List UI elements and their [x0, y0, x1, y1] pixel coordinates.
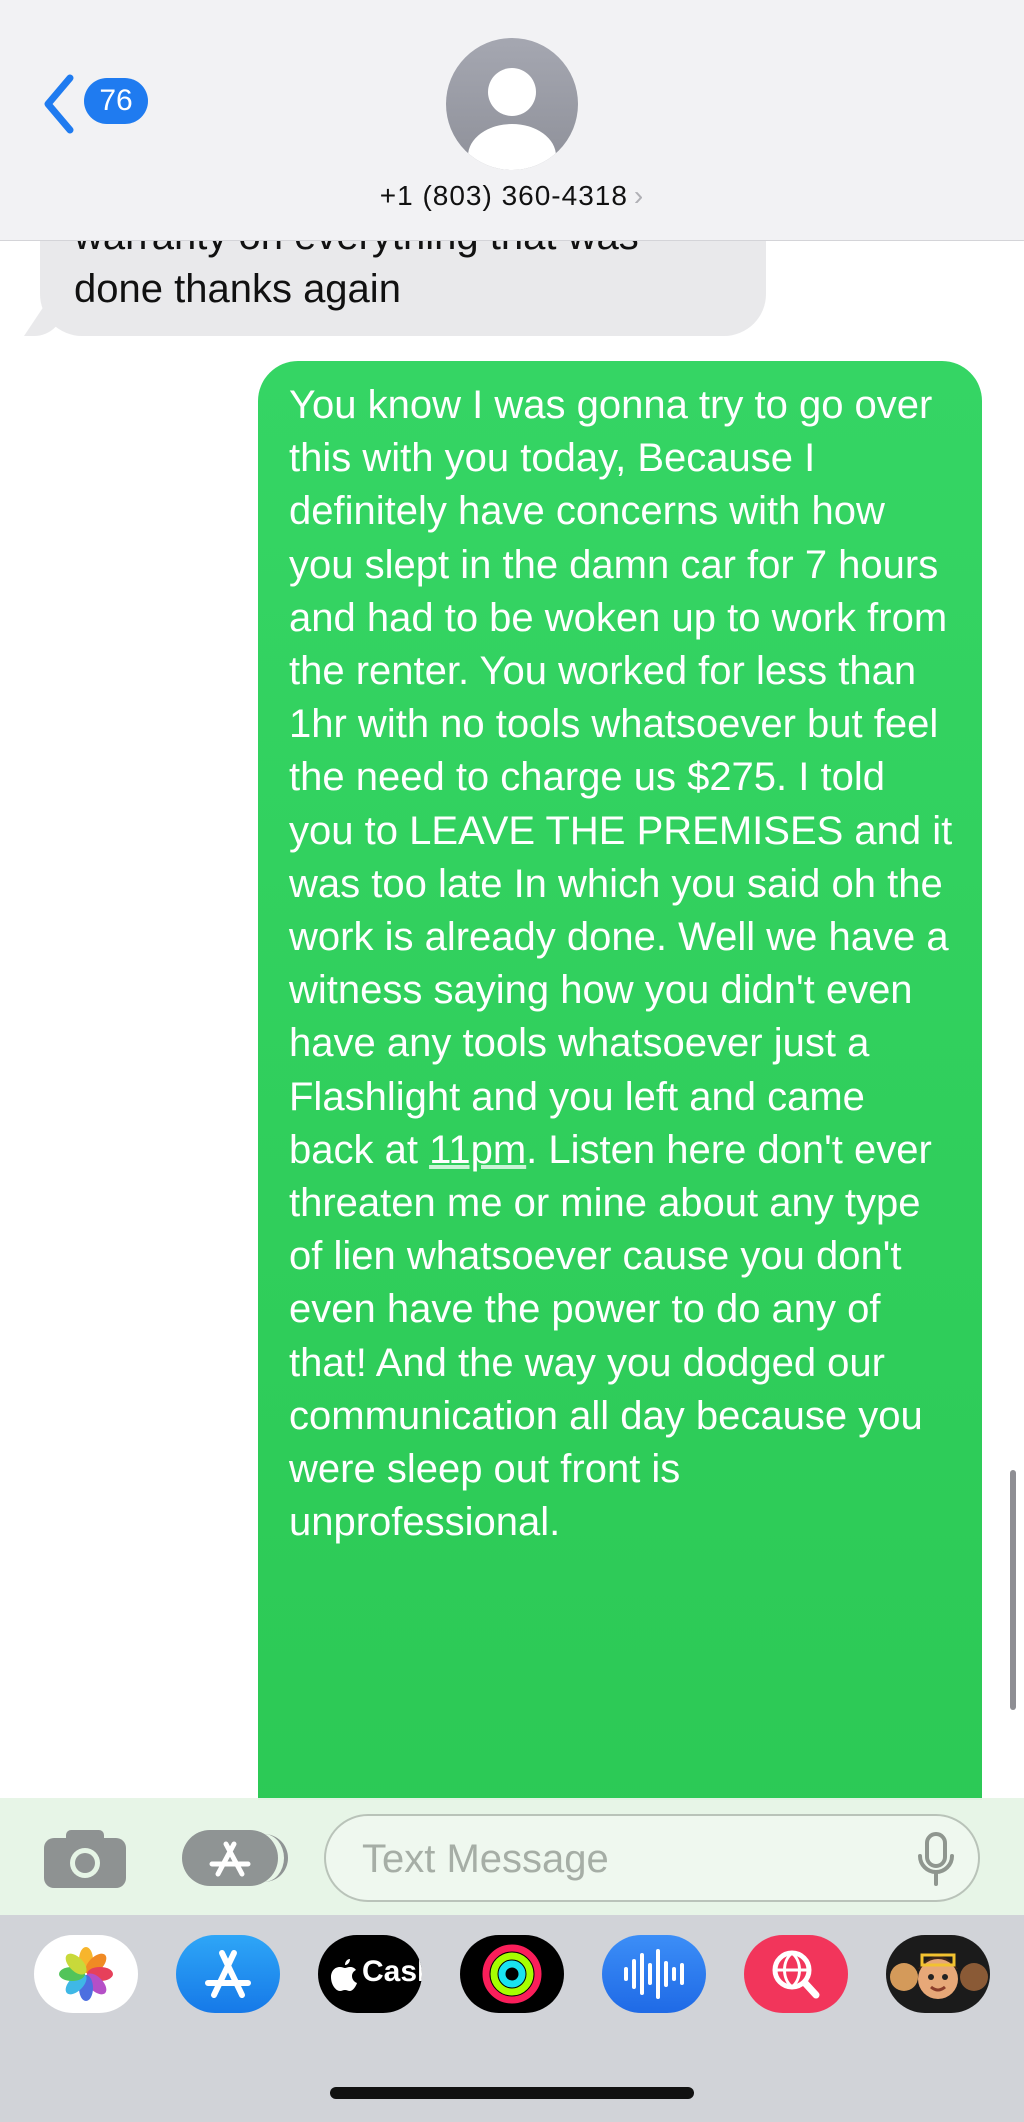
audio-message-app-icon[interactable] [602, 1935, 706, 2013]
conversation-view[interactable]: warranty on everything that was done tha… [0, 0, 1024, 1800]
photos-flower-icon [59, 1947, 113, 2001]
person-silhouette-icon [468, 68, 556, 170]
memoji-face-icon [890, 1953, 988, 1999]
contact-avatar[interactable] [446, 38, 578, 170]
scroll-indicator[interactable] [1010, 1470, 1016, 1710]
app-store-app-icon[interactable] [176, 1935, 280, 2013]
app-store-a-glyph [205, 1950, 251, 1998]
sent-text-part-2: . Listen here don't ever threaten me or … [289, 1127, 932, 1545]
activity-rings-icon [482, 1944, 542, 2004]
apps-button-ring [254, 1834, 288, 1882]
sent-message-text: You know I was gonna try to go over this… [289, 379, 959, 1549]
conversation-header: 76 +1 (803) 360-4318 › [0, 0, 1024, 241]
back-button[interactable]: 76 [42, 72, 162, 134]
message-input-bar [0, 1798, 1024, 1915]
apple-cash-label: Cash [362, 1955, 422, 1988]
memoji-app-icon[interactable] [886, 1935, 990, 2013]
unread-count-badge: 76 [84, 78, 148, 124]
microphone-icon[interactable] [916, 1832, 956, 1886]
message-field[interactable] [324, 1814, 980, 1902]
message-input[interactable] [360, 1816, 884, 1902]
apple-cash-app-icon[interactable]: Cash [318, 1935, 422, 2013]
globe-magnifier-icon [772, 1950, 820, 1999]
chevron-right-icon: › [633, 180, 645, 211]
camera-icon [44, 1830, 126, 1888]
chevron-left-icon [44, 74, 74, 134]
images-search-app-icon[interactable] [744, 1935, 848, 2013]
contact-name-button[interactable]: +1 (803) 360-4318 › [0, 180, 1024, 212]
apps-button[interactable] [182, 1830, 288, 1886]
sent-text-part-1: You know I was gonna try to go over this… [289, 383, 953, 1172]
activity-app-icon[interactable] [460, 1935, 564, 2013]
waveform-icon [624, 1949, 684, 1999]
home-indicator[interactable] [330, 2087, 694, 2099]
contact-phone-number: +1 (803) 360-4318 [379, 180, 628, 211]
imessage-app-drawer: Cash [0, 1915, 1024, 2122]
camera-button[interactable] [44, 1828, 126, 1888]
sent-message-bubble[interactable]: You know I was gonna try to go over this… [258, 361, 982, 1800]
photos-app-icon[interactable] [34, 1935, 138, 2013]
time-link[interactable]: 11pm [429, 1128, 526, 1172]
